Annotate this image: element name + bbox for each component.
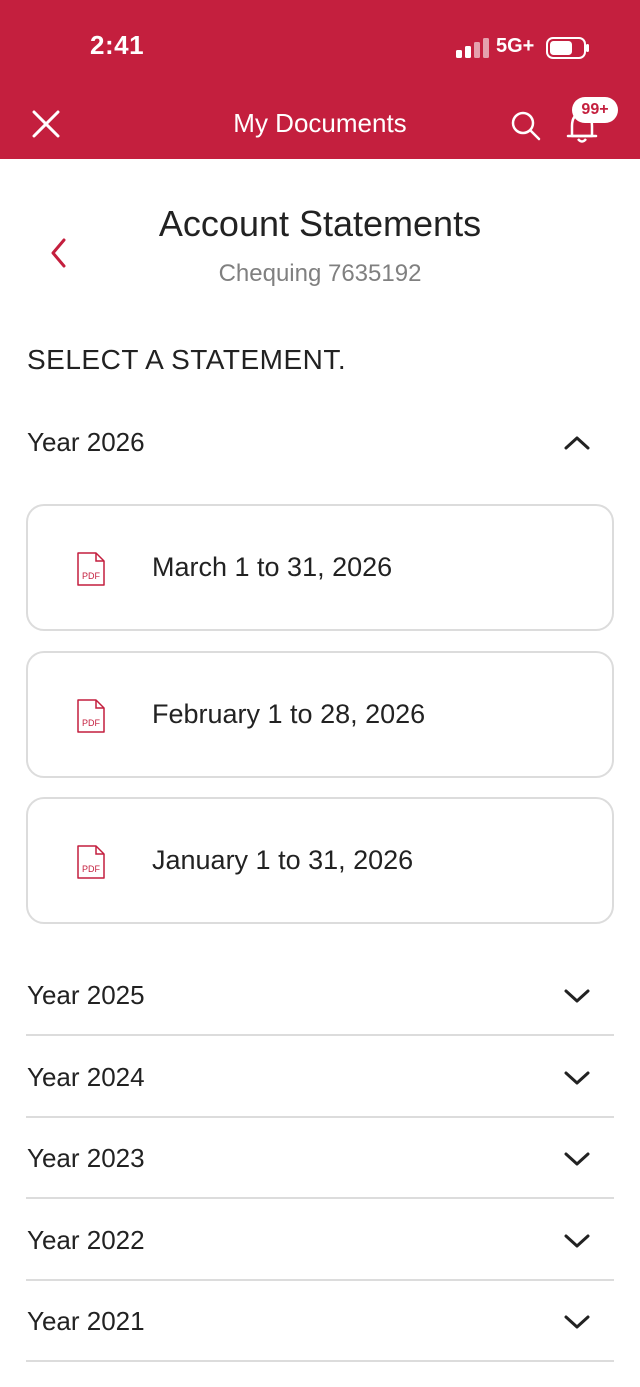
nav-title: My Documents — [233, 108, 407, 138]
svg-text:PDF: PDF — [82, 864, 101, 874]
statement-card-february-2026[interactable]: PDF February 1 to 28, 2026 — [26, 651, 614, 778]
year-row-2021[interactable]: Year 2021 — [26, 1284, 614, 1362]
year-row-2026[interactable]: Year 2026 — [26, 405, 614, 483]
top-app-bar: 2:41 5G+ My Documents 99+ — [0, 0, 640, 159]
cellular-signal-icon — [456, 38, 489, 58]
year-label: Year 2023 — [27, 1143, 145, 1173]
pdf-icon: PDF — [77, 552, 105, 586]
year-row-2023[interactable]: Year 2023 — [26, 1121, 614, 1199]
statement-label: February 1 to 28, 2026 — [152, 699, 426, 729]
notification-badge: 99+ — [572, 97, 618, 123]
status-time: 2:41 — [90, 30, 145, 60]
chevron-down-icon — [564, 1152, 590, 1166]
svg-text:PDF: PDF — [82, 718, 101, 728]
year-label: Year 2025 — [27, 980, 145, 1010]
battery-icon — [546, 37, 589, 59]
chevron-down-icon — [564, 1234, 590, 1248]
chevron-down-icon — [564, 989, 590, 1003]
chevron-up-icon — [564, 436, 590, 450]
pdf-icon: PDF — [77, 699, 105, 733]
chevron-down-icon — [564, 1315, 590, 1329]
svg-text:PDF: PDF — [82, 571, 101, 581]
statement-card-january-2026[interactable]: PDF January 1 to 31, 2026 — [26, 797, 614, 924]
network-type: 5G+ — [496, 35, 535, 57]
search-icon[interactable] — [506, 106, 546, 146]
year-row-2024[interactable]: Year 2024 — [26, 1040, 614, 1118]
year-label: Year 2024 — [27, 1062, 145, 1092]
year-row-2025[interactable]: Year 2025 — [26, 958, 614, 1036]
section-label: SELECT A STATEMENT. — [27, 344, 347, 375]
chevron-down-icon — [564, 1071, 590, 1085]
page-title: Account Statements — [158, 203, 482, 244]
year-label: Year 2021 — [27, 1306, 145, 1336]
year-row-2022[interactable]: Year 2022 — [26, 1203, 614, 1281]
close-icon[interactable] — [26, 104, 66, 144]
pdf-icon: PDF — [77, 845, 105, 879]
statement-label: March 1 to 31, 2026 — [152, 552, 393, 582]
account-subtitle: Chequing 7635192 — [218, 260, 422, 287]
statement-label: January 1 to 31, 2026 — [152, 845, 414, 875]
statement-card-march-2026[interactable]: PDF March 1 to 31, 2026 — [26, 504, 614, 631]
year-label: Year 2022 — [27, 1225, 145, 1255]
year-label: Year 2026 — [27, 427, 145, 457]
